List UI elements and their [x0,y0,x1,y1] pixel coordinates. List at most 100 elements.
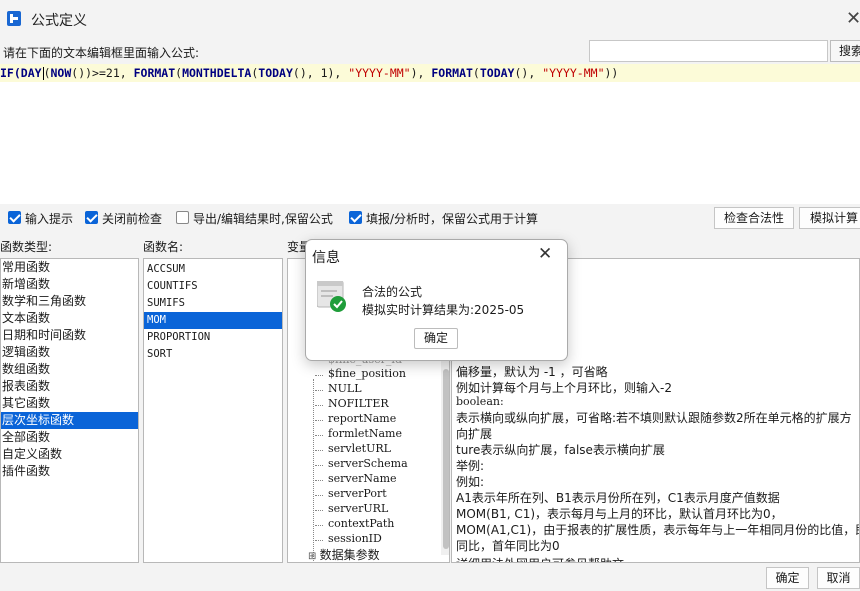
formula-token: "YYYY-MM" [348,66,411,80]
tree-connector [315,480,323,481]
formula-token: FORMAT [133,66,176,80]
function-type-item[interactable]: 日期和时间函数 [1,327,138,344]
tree-connector [315,450,323,451]
variable-item[interactable]: serverSchema [328,457,408,470]
formula-token: (), [514,66,543,80]
formula-token: (), 1), [292,66,349,80]
function-name-item[interactable]: MOM [144,312,282,329]
dataset-params-label: 数据集参数 [319,548,380,562]
dataset-params-node[interactable]: ⊞ 数据集参数 [308,546,380,562]
formula-prompt: 请在下面的文本编辑框里面输入公式: [3,46,200,60]
keep-formula-export-checkbox[interactable] [176,211,189,224]
keep-formula-fill-label: 填报/分析时，保留公式用于计算 [366,212,539,226]
function-type-item[interactable]: 自定义函数 [1,446,138,463]
window-close-icon[interactable]: ✕ [846,8,860,29]
tree-connector [315,375,323,376]
function-type-item[interactable]: 全部函数 [1,429,138,446]
function-name-item[interactable]: SORT [144,346,282,363]
tree-guide-line [313,379,314,562]
tree-connector [315,465,323,466]
variable-item[interactable]: servletURL [328,442,391,455]
description-line: MOM(B1, C1)，表示每月与上月的环比，默认首月环比为0， [456,507,783,521]
formula-token: NOW [50,66,72,80]
description-line: ture表示纵向扩展，false表示横向扩展 [456,443,665,457]
tree-connector [315,420,323,421]
variable-item[interactable]: serverURL [328,502,388,515]
info-dialog: 信息 ✕ 合法的公式 模拟实时计算结果为:2025-05 确定 [305,239,568,361]
function-name-item[interactable]: COUNTIFS [144,278,282,295]
tree-connector [315,510,323,511]
function-type-item[interactable]: 逻辑函数 [1,344,138,361]
validate-button[interactable]: 检查合法性 [714,207,794,229]
variable-item[interactable]: sessionID [328,532,382,545]
formula-token: TODAY [479,66,515,80]
search-input[interactable] [589,40,828,62]
tree-connector [315,435,323,436]
dialog-close-icon[interactable]: ✕ [538,244,552,264]
variable-item[interactable]: reportName [328,412,396,425]
formula-token: ( [43,66,51,80]
function-name-label: 函数名: [143,240,184,254]
folder-icon: ⊞ [308,551,320,562]
window-title: 公式定义 [31,13,87,29]
variable-item[interactable]: serverPort [328,487,387,500]
cancel-button[interactable]: 取消 [817,567,860,589]
description-line: 例如: [456,475,485,489]
variable-item[interactable]: serverName [328,472,397,485]
formula-token: DAY [20,66,42,80]
keep-formula-export-label: 导出/编辑结果时,保留公式 [193,212,333,226]
success-check-icon [317,281,346,312]
description-line: 表示横向或纵向扩展，可省略:若不填则默认跟随参数2所在单元格的扩展方 [456,411,852,425]
search-button[interactable]: 搜索 [830,40,860,62]
dialog-message: 合法的公式 [362,285,423,299]
tree-connector [315,390,323,391]
input-hint-checkbox[interactable] [8,211,21,224]
function-type-item[interactable]: 文本函数 [1,310,138,327]
function-type-label: 函数类型: [0,240,53,254]
formula-editor[interactable]: IF(DAY (NOW())>=21, FORMAT(MONTHDELTA(TOD… [0,64,860,204]
dialog-ok-button[interactable]: 确定 [414,328,458,349]
variable-item[interactable]: formletName [328,427,402,440]
formula-token: "YYYY-MM" [542,66,605,80]
check-before-close-checkbox[interactable] [85,211,98,224]
formula-token: TODAY [258,66,293,80]
simulate-button[interactable]: 模拟计算 [799,207,860,229]
variable-item[interactable]: NOFILTER [328,397,389,410]
function-type-item[interactable]: 层次坐标函数 [1,412,138,429]
function-type-list[interactable]: 常用函数 新增函数 数学和三角函数 文本函数 日期和时间函数 逻辑函数 数组函数 报表函数 其它… [0,258,139,563]
variable-scrollbar-thumb[interactable] [443,369,449,549]
keep-formula-fill-checkbox[interactable] [349,211,362,224]
function-name-item[interactable]: SUMIFS [144,295,282,312]
ok-button[interactable]: 确定 [766,567,809,589]
formula-text[interactable]: IF(DAY (NOW())>=21, FORMAT(MONTHDELTA(TOD… [0,64,860,82]
function-type-item[interactable]: 插件函数 [1,463,138,480]
formula-token: MONTHDELTA [182,66,252,80]
description-line: 详细用法外网用户可参见帮助文 [456,555,624,562]
app-logo-icon [7,11,21,26]
description-line: 举例: [456,459,485,473]
tree-connector [315,540,323,541]
formula-token: )) [604,66,619,80]
variable-item[interactable]: $fine_position [328,367,406,380]
function-type-item[interactable]: 其它函数 [1,395,138,412]
formula-token: FORMAT [431,66,473,80]
function-type-item[interactable]: 新增函数 [1,276,138,293]
function-type-item[interactable]: 报表函数 [1,378,138,395]
description-line: A1表示年所在列、B1表示月份所在列，C1表示月度产值数据 [456,491,780,505]
variable-item[interactable]: contextPath [328,517,394,530]
description-line: 偏移量，默认为 -1 ，可省略 [456,365,608,379]
function-name-list[interactable]: ACCSUM COUNTIFS SUMIFS MOM PROPORTION SORT [143,258,283,563]
description-line: MOM(A1,C1)，由于报表的扩展性质，表示每年与上一年相同月份的比值，即 [456,523,860,537]
function-type-item[interactable]: 常用函数 [1,259,138,276]
formula-token: ())>=21, [71,66,134,80]
function-type-item[interactable]: 数学和三角函数 [1,293,138,310]
formula-token: ), [410,66,432,80]
description-line: boolean: [456,395,504,408]
variable-item[interactable]: NULL [328,382,362,395]
function-type-item[interactable]: 数组函数 [1,361,138,378]
tree-connector [315,405,323,406]
function-name-item[interactable]: PROPORTION [144,329,282,346]
function-name-item[interactable]: ACCSUM [144,261,282,278]
input-hint-label: 输入提示 [25,212,74,226]
dialog-result: 模拟实时计算结果为:2025-05 [362,303,525,317]
